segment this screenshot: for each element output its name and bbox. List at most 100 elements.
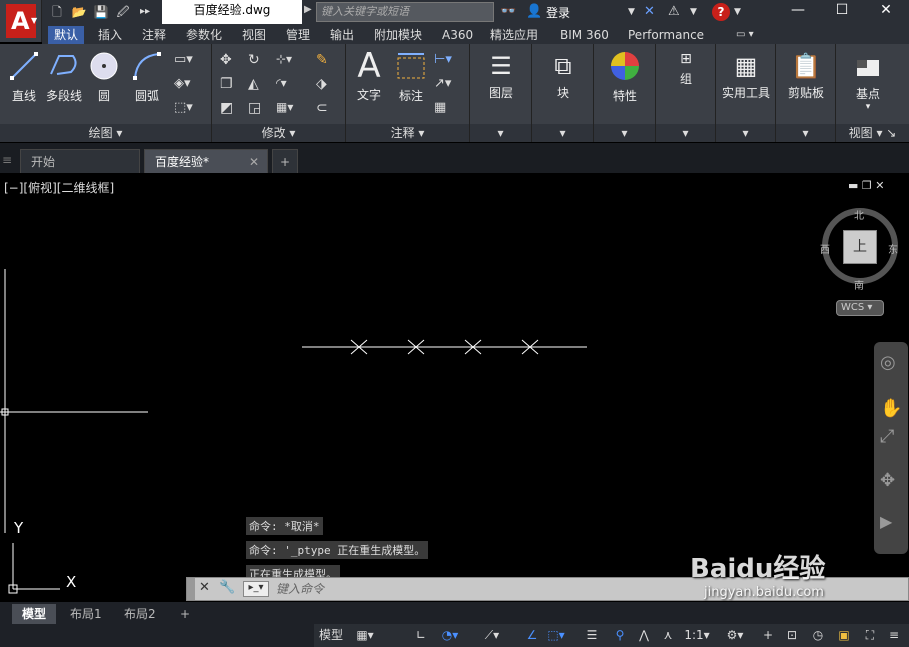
panel-modify-title[interactable]: 修改 ▾ (212, 124, 345, 142)
leader-icon[interactable]: ↗▾ (434, 76, 451, 92)
tab-view[interactable]: 视图 (236, 26, 272, 44)
layout-tab-model[interactable]: 模型 (12, 604, 57, 624)
annotation-scale-icon[interactable]: ⋏ (658, 626, 678, 645)
file-tab-start[interactable]: 开始 (20, 149, 140, 173)
clipboard-button[interactable]: 📋 剪贴板 (780, 50, 832, 101)
user-icon[interactable]: 👤 (526, 3, 542, 21)
tab-addins[interactable]: 附加模块 (368, 26, 428, 44)
trim-icon[interactable]: ⊹▾ (276, 52, 292, 68)
tab-output[interactable]: 输出 (324, 26, 360, 44)
tab-performance[interactable]: Performance (622, 26, 710, 44)
panel-block[interactable]: ⧉ 块 ▾ (532, 44, 594, 142)
lineweight-icon[interactable]: ☰ (582, 626, 602, 645)
autodesk-dropdown-icon[interactable]: ▼ (690, 3, 697, 21)
layout-tab-layout2[interactable]: 布局2 (114, 604, 166, 624)
ribbon-toggle-icon[interactable]: ▭ ▾ (730, 26, 760, 44)
polyline-tool-button[interactable]: 多段线 (44, 50, 84, 104)
help-icon[interactable]: ? (712, 3, 730, 21)
quick-properties-icon[interactable]: ◷ (808, 626, 828, 645)
object-snap-icon[interactable]: ⬚▾ (542, 626, 570, 645)
block-button[interactable]: ⧉ 块 (544, 50, 582, 101)
compass-north[interactable]: 北 (854, 207, 864, 222)
tab-manage[interactable]: 管理 (280, 26, 316, 44)
lock-ui-icon[interactable]: ▣ (834, 626, 854, 645)
arc-tool-button[interactable]: 圆弧 (130, 50, 164, 104)
stretch-icon[interactable]: ◩ (220, 100, 236, 116)
customization-icon[interactable]: ≡ (884, 626, 904, 645)
save-icon[interactable]: 💾 (92, 3, 110, 21)
tab-default[interactable]: 默认 (48, 26, 85, 44)
command-customize-icon[interactable]: 🔧 (219, 580, 235, 595)
close-button[interactable]: ✕ (866, 0, 906, 22)
showmotion-icon[interactable]: ▶ (880, 512, 892, 531)
compass-west[interactable]: 西 (820, 241, 830, 256)
panel-clipboard[interactable]: 📋 剪贴板 ▾ (776, 44, 836, 142)
tab-featured-apps[interactable]: 精选应用 (484, 26, 544, 44)
layout-tab-layout1[interactable]: 布局1 (60, 604, 112, 624)
add-layout-button[interactable]: + (170, 604, 200, 624)
exchange-icon[interactable]: ✕ (644, 3, 655, 21)
tab-insert[interactable]: 插入 (92, 26, 128, 44)
dimension-tool-button[interactable]: 标注 (394, 50, 428, 104)
hatch-icon[interactable]: ◈▾ (174, 76, 191, 92)
linear-dimension-icon[interactable]: ⊢▾ (434, 52, 452, 68)
panel-properties-expand-icon[interactable]: ▾ (594, 124, 655, 142)
new-tab-button[interactable]: + (272, 149, 298, 173)
login-button[interactable]: 登录 (546, 4, 570, 21)
annotation-monitor-icon[interactable]: + (758, 626, 778, 645)
steering-wheel-icon[interactable]: ◎ (880, 352, 896, 373)
panel-utilities-expand-icon[interactable]: ▾ (716, 124, 775, 142)
panel-view-title[interactable]: 视图 ▾ ↘ (836, 124, 909, 142)
table-icon[interactable]: ▦ (434, 100, 450, 116)
copy-icon[interactable]: ❐ (220, 76, 236, 92)
qat-more-icon[interactable]: ▸▸ (136, 3, 154, 21)
circle-tool-button[interactable]: 圆 (88, 50, 120, 104)
tab-annotate[interactable]: 注释 (136, 26, 172, 44)
drawing-viewport[interactable]: [−][俯视][二维线框] ▬ ❐ ✕ Y X 上 北 南 东 西 WCS ▾ … (0, 173, 909, 603)
panel-block-expand-icon[interactable]: ▾ (532, 124, 593, 142)
array-icon[interactable]: ▦▾ (276, 100, 293, 116)
panel-group[interactable]: ⊞ 组 ▾ (656, 44, 716, 142)
utilities-button[interactable]: ▦ 实用工具 (718, 50, 774, 101)
help-dropdown-icon[interactable]: ▼ (734, 3, 741, 21)
search-arrow-icon[interactable]: ▶ (304, 4, 312, 15)
tab-a360[interactable]: A360 (436, 26, 479, 44)
search-input[interactable]: 键入关键字或短语 (316, 2, 494, 22)
rectangle-icon[interactable]: ▭▾ (174, 52, 193, 68)
tab-scroll-icon[interactable]: ≡ (2, 153, 16, 169)
mirror-icon[interactable]: ◭ (248, 76, 264, 92)
new-file-icon[interactable]: 🗋 (48, 3, 66, 21)
pan-icon[interactable]: ✋ (880, 398, 902, 419)
polar-tracking-icon[interactable]: ◔▾ (436, 626, 464, 645)
panel-layers-expand-icon[interactable]: ▾ (470, 124, 531, 142)
tab-bim360[interactable]: BIM 360 (554, 26, 615, 44)
command-close-icon[interactable]: ✕ (199, 580, 210, 595)
units-icon[interactable]: ⊡ (782, 626, 802, 645)
erase-icon[interactable]: ✎ (316, 52, 332, 68)
maximize-button[interactable]: ☐ (822, 0, 862, 22)
compass-south[interactable]: 南 (854, 277, 864, 292)
panel-draw-title[interactable]: 绘图 ▾ (0, 124, 211, 142)
rotate-icon[interactable]: ↻ (248, 52, 264, 68)
annotation-visibility-icon[interactable]: ⚲ (610, 626, 630, 645)
annotation-scale-value[interactable]: 1:1▾ (682, 626, 712, 645)
viewcube-top-face[interactable]: 上 (843, 230, 877, 264)
application-menu-button[interactable]: A ▼ (0, 0, 42, 42)
panel-utilities[interactable]: ▦ 实用工具 ▾ (716, 44, 776, 142)
properties-button[interactable]: 特性 (606, 50, 644, 104)
autodesk-icon[interactable]: ⚠ (668, 3, 680, 21)
isolate-objects-icon[interactable]: ⛶ (860, 626, 880, 645)
wcs-menu[interactable]: WCS ▾ (836, 300, 884, 316)
minimize-button[interactable]: — (778, 0, 818, 22)
ortho-icon[interactable]: ∟ (412, 626, 430, 645)
workspace-gear-icon[interactable]: ⚙▾ (720, 626, 750, 645)
file-tab-document[interactable]: 百度经验* ✕ (144, 149, 268, 173)
fillet-icon[interactable]: ◜▾ (276, 76, 292, 92)
panel-annotate-title[interactable]: 注释 ▾ (346, 124, 469, 142)
panel-layers[interactable]: ☰ 图层 ▾ (470, 44, 532, 142)
line-tool-button[interactable]: 直线 (8, 50, 40, 104)
offset-icon[interactable]: ⊂ (316, 100, 332, 116)
orbit-icon[interactable]: ✥ (880, 470, 895, 491)
command-input[interactable]: 键入命令 (276, 580, 676, 598)
tab-parametric[interactable]: 参数化 (180, 26, 228, 44)
